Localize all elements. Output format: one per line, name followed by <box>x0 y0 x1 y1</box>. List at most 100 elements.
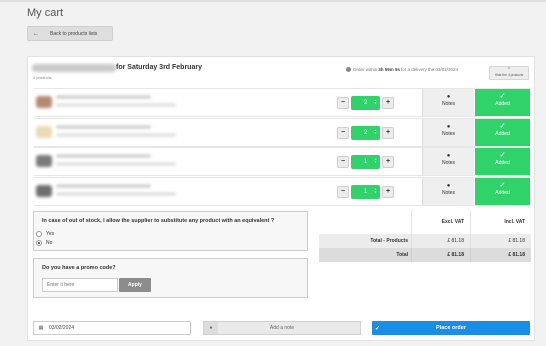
product-count: 4 products <box>33 75 52 80</box>
added-label: Added <box>495 101 510 107</box>
speech-bubble-icon: ● <box>446 153 451 160</box>
spinner-icon: ▲ ▼ <box>374 186 377 194</box>
incl-vat-header: Incl. VAT <box>470 210 531 234</box>
increase-quantity-button[interactable]: + <box>382 126 394 139</box>
decrease-quantity-button[interactable]: − <box>337 97 349 109</box>
checkmark-icon: ✓ <box>499 152 506 160</box>
back-button-label: Back to products lists <box>50 30 98 37</box>
arrow-left-icon: ← <box>33 30 39 37</box>
radio-yes[interactable] <box>36 231 42 237</box>
product-thumbnail <box>36 184 52 197</box>
checkmark-icon: ✓ <box>375 325 381 332</box>
total-products-label: Total - Products <box>370 238 408 244</box>
quantity-stepper: − 1 ▲ ▼ + <box>337 184 394 199</box>
delivery-date-field[interactable]: ▦ 03/02/2024 <box>33 321 191 335</box>
radio-no-selected[interactable] <box>36 240 42 246</box>
clock-icon <box>346 67 351 72</box>
cart-items: − 2 ▲ ▼ + ● Notes ✓ Added − 2 ▲ ▼ + ● No… <box>34 88 530 206</box>
grand-total-excl: £ 81.18 <box>411 248 470 262</box>
notes-button[interactable]: ● Notes <box>422 118 474 146</box>
product-name-blurred <box>56 154 151 159</box>
checkmark-icon: ✓ <box>499 122 506 130</box>
cart-item-row: − 2 ▲ ▼ + ● Notes ✓ Added <box>34 88 530 117</box>
decrease-quantity-button[interactable]: − <box>337 156 349 169</box>
speech-bubble-icon: ● <box>204 322 218 334</box>
increase-quantity-button[interactable]: + <box>382 97 394 109</box>
notes-label: Notes <box>441 189 456 196</box>
cart-panel: for Saturday 3rd February 4 products Ord… <box>27 56 535 341</box>
apply-promo-button[interactable]: Apply <box>119 278 151 292</box>
place-order-button[interactable]: ✓ Place order <box>372 321 530 335</box>
quantity-input[interactable]: 2 ▲ ▼ <box>351 96 380 110</box>
calendar-icon: ▦ <box>38 325 44 331</box>
increase-quantity-button[interactable]: + <box>382 156 394 169</box>
spinner-icon: ▲ ▼ <box>374 127 377 135</box>
product-details-blurred <box>56 191 176 196</box>
delivery-date-heading: for Saturday 3rd February <box>116 64 202 71</box>
cart-item-row: − 2 ▲ ▼ + ● Notes ✓ Added <box>34 117 530 147</box>
added-label: Added <box>495 130 510 137</box>
added-button[interactable]: ✓ Added <box>475 177 530 205</box>
quantity-input[interactable]: 1 ▲ ▼ <box>351 184 380 199</box>
added-button[interactable]: ✓ Added <box>475 148 530 176</box>
product-thumbnail <box>36 155 52 168</box>
quantity-stepper: − 1 ▲ ▼ + <box>337 155 394 170</box>
quantity-value: 1 <box>363 159 368 166</box>
product-name-blurred <box>56 183 151 188</box>
add-note-field[interactable]: ● Add a note <box>203 321 361 335</box>
checkmark-icon: ✓ <box>499 93 506 100</box>
notes-label: Notes <box>441 130 456 137</box>
substitute-no-option[interactable]: No <box>36 240 52 246</box>
add-note-label: Add a note <box>269 325 295 331</box>
notes-button[interactable]: ● Notes <box>422 89 474 116</box>
quantity-value: 1 <box>363 188 368 195</box>
added-label: Added <box>495 189 510 196</box>
spinner-icon: ▲ ▼ <box>374 98 377 105</box>
notes-button[interactable]: ● Notes <box>422 177 474 205</box>
hide-products-button[interactable]: ⌃ Hide the 4 products <box>489 66 529 80</box>
totals-table: Excl. VAT Incl. VAT Total - Products £ 8… <box>319 210 531 262</box>
order-within-time: 3h 59m 9s <box>378 67 401 72</box>
notes-label: Notes <box>441 101 456 107</box>
total-products-row: Total - Products £ 81.18 £ 81.18 <box>319 234 531 248</box>
product-thumbnail <box>36 125 52 138</box>
product-name-blurred <box>56 95 151 99</box>
substitute-yes-option[interactable]: Yes <box>36 231 54 237</box>
quantity-stepper: − 2 ▲ ▼ + <box>337 96 394 110</box>
promo-code-input[interactable] <box>42 278 118 292</box>
speech-bubble-icon: ● <box>446 94 451 100</box>
order-within-prefix: Order within <box>353 67 378 72</box>
substitution-question: In case of out of stock, I allow the sup… <box>42 218 275 224</box>
added-label: Added <box>495 160 510 167</box>
product-details-blurred <box>56 132 176 137</box>
increase-quantity-button[interactable]: + <box>382 185 394 198</box>
added-button[interactable]: ✓ Added <box>475 118 530 146</box>
total-products-incl: £ 81.18 <box>470 234 531 248</box>
excl-vat-header: Excl. VAT <box>411 210 470 234</box>
product-details-blurred <box>56 103 176 107</box>
product-name-blurred <box>56 124 151 129</box>
yes-label: Yes <box>46 231 55 237</box>
supplier-name-blurred <box>32 64 116 72</box>
checkmark-icon: ✓ <box>499 181 506 189</box>
grand-total-row: Total £ 81.18 £ 81.18 <box>319 248 531 262</box>
speech-bubble-icon: ● <box>446 182 451 189</box>
cart-item-row: − 1 ▲ ▼ + ● Notes ✓ Added <box>34 147 530 177</box>
quantity-stepper: − 2 ▲ ▼ + <box>337 125 394 140</box>
notes-label: Notes <box>441 160 456 167</box>
quantity-value: 2 <box>363 100 368 106</box>
grand-total-incl: £ 81.18 <box>470 248 531 262</box>
decrease-quantity-button[interactable]: − <box>337 126 349 139</box>
top-border <box>0 0 546 2</box>
speech-bubble-icon: ● <box>446 123 451 130</box>
spinner-icon: ▲ ▼ <box>374 157 377 165</box>
back-to-products-button[interactable]: ← Back to products lists <box>27 26 113 41</box>
added-button[interactable]: ✓ Added <box>475 89 530 116</box>
quantity-input[interactable]: 1 ▲ ▼ <box>351 155 380 170</box>
cart-item-row: − 1 ▲ ▼ + ● Notes ✓ Added <box>34 176 530 206</box>
promo-question: Do you have a promo code? <box>42 265 116 271</box>
decrease-quantity-button[interactable]: − <box>337 185 349 198</box>
no-label: No <box>46 240 53 246</box>
notes-button[interactable]: ● Notes <box>422 148 474 176</box>
quantity-input[interactable]: 2 ▲ ▼ <box>351 125 380 140</box>
